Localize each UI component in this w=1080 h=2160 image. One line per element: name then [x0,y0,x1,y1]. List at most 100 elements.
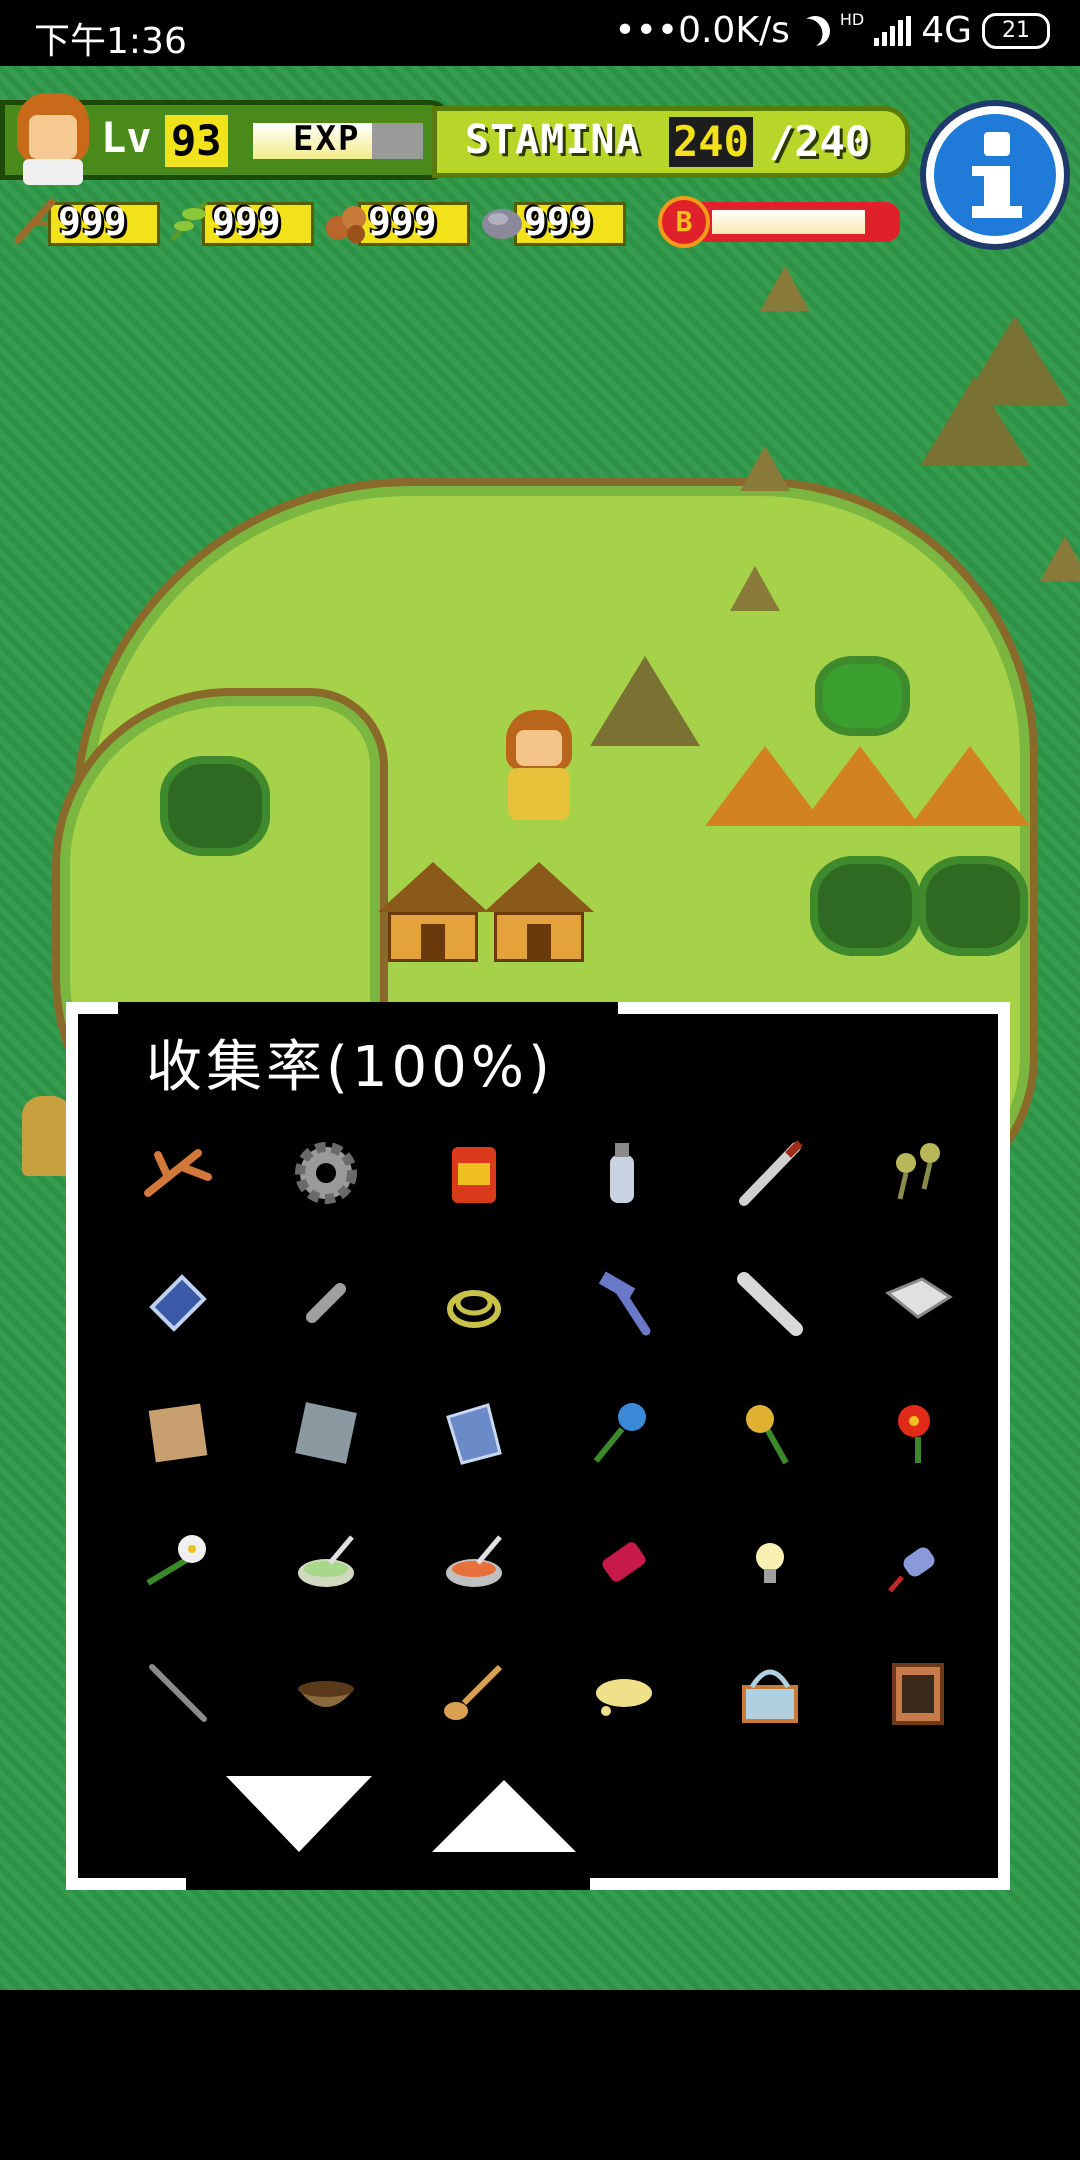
collection-item[interactable] [414,1378,534,1488]
collection-item[interactable] [118,1248,238,1358]
bush [160,756,270,856]
collection-item[interactable] [858,1248,978,1358]
wood-branch-icon [14,198,56,244]
hud: Lv 93 EXP STAMINA 240 /240 999 999 999 9… [0,93,1080,280]
stamina-current: 240 [669,117,753,167]
collection-panel: 收集率(100%) [66,1002,1010,1890]
glass-panel-icon [149,1274,207,1332]
collection-item[interactable] [710,1508,830,1618]
collection-item[interactable] [858,1118,978,1228]
status-indicators: •••0.0K/s HD 4G 21 [614,10,1050,51]
stamina-label: STAMINA [465,117,641,163]
collection-item[interactable] [414,1638,534,1748]
plug-icon [888,1547,935,1593]
collection-item[interactable] [118,1378,238,1488]
resource-herb: 999 [166,194,316,250]
collection-item[interactable] [266,1638,386,1748]
hut[interactable] [378,862,488,962]
level-bar: Lv 93 EXP [0,93,450,185]
collection-item[interactable] [266,1378,386,1488]
collection-item[interactable] [118,1118,238,1228]
collection-item[interactable] [118,1508,238,1618]
hill [590,656,700,746]
paper-icon [885,1277,953,1319]
collection-item[interactable] [266,1508,386,1618]
blue-sheet-icon [446,1403,502,1465]
exp-label: EXP [293,119,361,159]
hammer-icon [598,1271,651,1336]
level-label: Lv [101,113,152,162]
level-value: 93 [165,115,228,167]
collection-item[interactable] [710,1248,830,1358]
player-character[interactable] [494,710,584,820]
maracas-icon [896,1143,940,1200]
collection-panel-body: 收集率(100%) [78,1014,998,1878]
leaf-herb-icon [170,200,208,242]
collection-item[interactable] [710,1118,830,1228]
network-type: 4G [921,10,972,51]
player-avatar [13,93,93,189]
collection-item[interactable] [562,1118,682,1228]
resource-herb-count: 999 [212,200,281,244]
signal-icon [874,15,912,46]
wooden-spoon-icon [444,1664,503,1720]
bonus-bar-fill [712,210,865,234]
gear-icon [295,1142,357,1204]
resource-wood-count: 999 [58,200,127,244]
resource-stone: 999 [478,194,628,250]
yellow-slime-icon [596,1679,652,1716]
collection-item[interactable] [562,1378,682,1488]
status-bar: 下午1:36 •••0.0K/s HD 4G 21 [0,0,1080,66]
bush [810,856,920,956]
orange-paste-bowl-icon [446,1535,502,1587]
collection-item[interactable] [266,1248,386,1358]
mountain [960,316,1070,406]
collection-item[interactable] [118,1638,238,1748]
stamina-bar: STAMINA 240 /240 [432,106,910,178]
navigation-bar [0,1990,1080,2160]
blue-flower-icon [593,1403,646,1463]
collection-item[interactable] [562,1248,682,1358]
collection-item[interactable] [858,1638,978,1748]
collection-item[interactable] [414,1508,534,1618]
collection-item[interactable] [710,1638,830,1748]
dirt-mound [800,746,920,826]
nuts-icon [326,206,366,243]
collection-item[interactable] [562,1638,682,1748]
collection-item[interactable] [858,1508,978,1618]
status-time: 下午1:36 [34,21,187,62]
rope-icon [447,1290,501,1328]
cabinet-icon [892,1663,944,1725]
resource-stone-count: 999 [524,200,593,244]
scroll-down-button[interactable] [226,1776,372,1852]
hill [730,566,780,611]
collection-item[interactable] [562,1508,682,1618]
bottle-icon [610,1143,634,1203]
basket-icon [742,1669,798,1723]
collection-item[interactable] [414,1118,534,1228]
battery-icon [602,1542,646,1582]
wooden-bowl-icon [298,1681,354,1707]
statue [22,1096,72,1176]
fern [815,656,910,736]
info-button[interactable] [926,106,1064,244]
cloth-icon [148,1403,208,1463]
collection-item[interactable] [858,1378,978,1488]
red-flower-icon [898,1405,930,1463]
exp-bar: EXP [253,119,423,159]
tube-icon [737,1272,803,1336]
battery-icon: 21 [982,12,1050,49]
bush [918,856,1028,956]
do-not-disturb-icon [796,11,834,49]
collection-item[interactable] [414,1248,534,1358]
white-flower-icon [146,1535,206,1586]
bonus-gauge: B [656,196,906,252]
collection-item[interactable] [266,1118,386,1228]
scroll-up-button[interactable] [432,1780,576,1852]
hut[interactable] [484,862,594,962]
light-bulb-icon [756,1543,784,1583]
stick-icon [149,1664,207,1722]
resource-bar: 999 999 999 999 [0,194,640,254]
collection-item[interactable] [710,1378,830,1488]
metal-sheet-icon [295,1402,357,1464]
